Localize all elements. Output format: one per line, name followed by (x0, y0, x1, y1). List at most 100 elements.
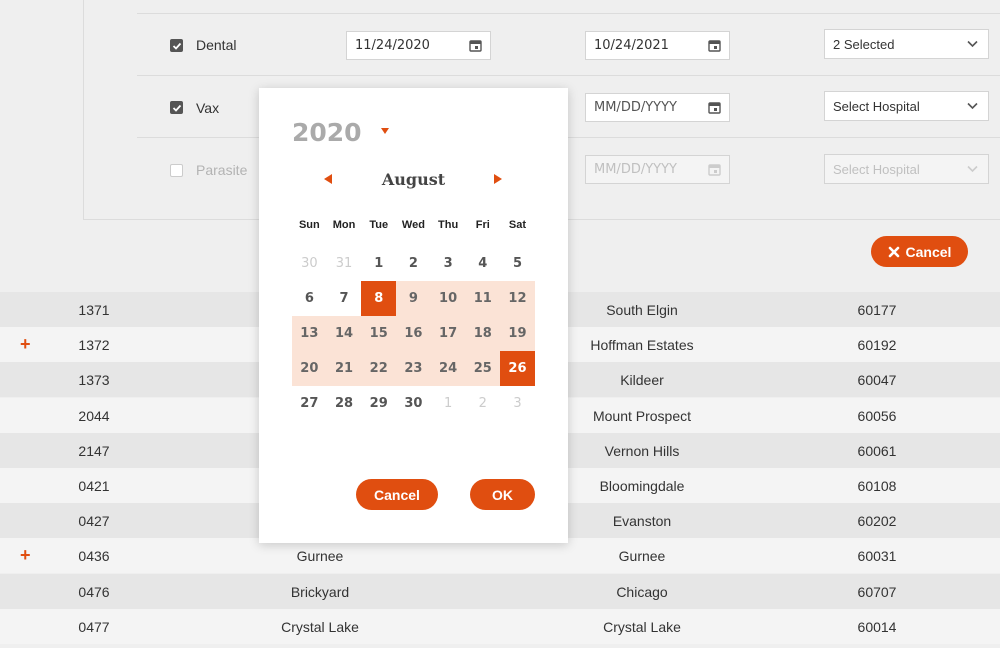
weekday-label: Wed (401, 219, 425, 231)
dental-start-date-field[interactable]: 11/24/2020 (346, 31, 491, 60)
dental-hospital-select[interactable]: 2 Selected (824, 29, 989, 59)
calendar-day[interactable]: 17 (430, 316, 466, 351)
weekday-label: Thu (438, 219, 459, 231)
zip-cell: 60056 (857, 407, 897, 424)
vax-end-date-placeholder: MM/DD/YYYY (594, 100, 677, 115)
city-cell: Hoffman Estates (590, 337, 694, 354)
picker-cancel-button[interactable]: Cancel (356, 479, 438, 510)
calendar-week: 6 7 8 9 10 11 12 (292, 281, 535, 316)
dental-end-date-field[interactable]: 10/24/2021 (585, 31, 730, 60)
picker-ok-button[interactable]: OK (470, 479, 535, 510)
zip-cell: 60192 (857, 337, 897, 354)
store-id-cell: 0436 (78, 548, 110, 565)
store-name-cell: Crystal Lake (281, 618, 359, 635)
calendar-day: 30 (301, 256, 318, 271)
calendar-day[interactable]: 12 (500, 281, 535, 316)
calendar-icon[interactable] (708, 101, 721, 114)
calendar-day[interactable]: 21 (326, 351, 362, 386)
check-icon (172, 104, 181, 112)
expand-plus-icon[interactable]: + (20, 335, 31, 353)
parasite-hospital-select-value: Select Hospital (833, 162, 920, 177)
store-id-cell: 0477 (78, 618, 110, 635)
store-id-cell: 1372 (78, 337, 110, 354)
calendar-day[interactable]: 9 (396, 281, 431, 316)
zip-cell: 60108 (857, 478, 897, 494)
city-cell: Chicago (616, 583, 668, 600)
city-cell: Gurnee (618, 548, 666, 565)
calendar-day[interactable]: 13 (292, 316, 327, 351)
table-row[interactable]: 0476 Brickyard Chicago 60707 (0, 573, 1000, 609)
city-cell: Bloomingdale (599, 478, 685, 494)
store-id-cell: 1371 (78, 302, 110, 318)
calendar-day[interactable]: 25 (465, 351, 501, 386)
city-cell: Evanston (612, 513, 672, 530)
calendar-day[interactable]: 1 (361, 246, 396, 281)
store-id-cell: 0421 (78, 478, 110, 494)
table-row[interactable]: +0436 Gurnee Gurnee 60031 (0, 538, 1000, 574)
check-icon (172, 42, 181, 50)
calendar-day[interactable]: 16 (396, 316, 431, 351)
calendar-day[interactable]: 28 (327, 386, 362, 421)
parasite-hospital-select: Select Hospital (824, 154, 989, 184)
date-picker-dialog: 2020 August Sun Mon Tue Wed Thu Fri Sat 30 31 1 2… (259, 88, 568, 543)
calendar-day[interactable]: 27 (292, 386, 327, 421)
calendar-day[interactable]: 18 (465, 316, 501, 351)
vax-label: Vax (196, 100, 220, 116)
calendar-day[interactable]: 6 (292, 281, 327, 316)
dental-checkbox[interactable] (170, 39, 183, 52)
calendar-day[interactable]: 11 (465, 281, 501, 316)
picker-year[interactable]: 2020 (292, 118, 362, 147)
chevron-down-icon (967, 102, 978, 110)
dental-hospital-select-value: 2 Selected (833, 37, 895, 52)
chevron-down-icon (967, 165, 978, 173)
calendar-day[interactable]: 8 (361, 281, 397, 316)
year-dropdown-caret-icon[interactable] (381, 128, 389, 134)
calendar-day[interactable]: 22 (361, 351, 397, 386)
calendar-day[interactable]: 7 (327, 281, 362, 316)
next-month-arrow-icon[interactable] (494, 174, 502, 184)
zip-cell: 60177 (857, 302, 897, 318)
table-row[interactable]: 0477 Crystal Lake Crystal Lake 60014 (0, 608, 1000, 644)
calendar-day[interactable]: 10 (430, 281, 466, 316)
calendar-day[interactable]: 2 (396, 246, 431, 281)
vax-end-date-field[interactable]: MM/DD/YYYY (585, 93, 730, 122)
expand-plus-icon[interactable]: + (20, 546, 31, 564)
dental-label: Dental (196, 37, 237, 53)
cancel-button-label: Cancel (905, 243, 952, 260)
city-cell: Mount Prospect (592, 407, 692, 424)
calendar-day: 31 (335, 256, 353, 271)
zip-cell: 60047 (857, 372, 897, 389)
calendar-week: 20 21 22 23 24 25 26 (292, 351, 535, 386)
calendar-day[interactable]: 14 (326, 316, 362, 351)
calendar-day[interactable]: 24 (430, 351, 466, 386)
cancel-button[interactable]: Cancel (871, 236, 968, 267)
calendar-day[interactable]: 3 (431, 246, 466, 281)
calendar-day[interactable]: 20 (292, 351, 327, 386)
calendar-icon[interactable] (469, 39, 482, 52)
dental-start-date-value: 11/24/2020 (355, 38, 430, 53)
dental-end-date-value: 10/24/2021 (594, 38, 669, 53)
calendar-day[interactable]: 29 (361, 386, 396, 421)
close-icon (888, 246, 899, 257)
calendar-day[interactable]: 19 (500, 316, 535, 351)
city-cell: South Elgin (606, 302, 678, 318)
calendar-day[interactable]: 26 (500, 351, 535, 386)
calendar-icon[interactable] (708, 39, 721, 52)
zip-cell: 60202 (857, 513, 897, 530)
zip-cell: 60014 (857, 618, 897, 635)
calendar-day[interactable]: 23 (396, 351, 431, 386)
calendar-week: 27 28 29 30 1 2 3 (292, 386, 535, 421)
calendar-day: 1 (443, 396, 453, 411)
store-id-cell: 0476 (78, 583, 110, 600)
vax-checkbox[interactable] (170, 101, 183, 114)
vax-hospital-select[interactable]: Select Hospital (824, 91, 989, 121)
zip-cell: 60707 (857, 583, 897, 600)
zip-cell: 60061 (857, 442, 897, 459)
calendar-day[interactable]: 15 (361, 316, 397, 351)
calendar-day[interactable]: 4 (465, 246, 500, 281)
calendar-day[interactable]: 5 (500, 246, 535, 281)
store-name-cell: Gurnee (296, 548, 344, 565)
parasite-end-date-placeholder: MM/DD/YYYY (594, 162, 677, 177)
parasite-checkbox[interactable] (170, 164, 183, 177)
calendar-day[interactable]: 30 (396, 386, 431, 421)
